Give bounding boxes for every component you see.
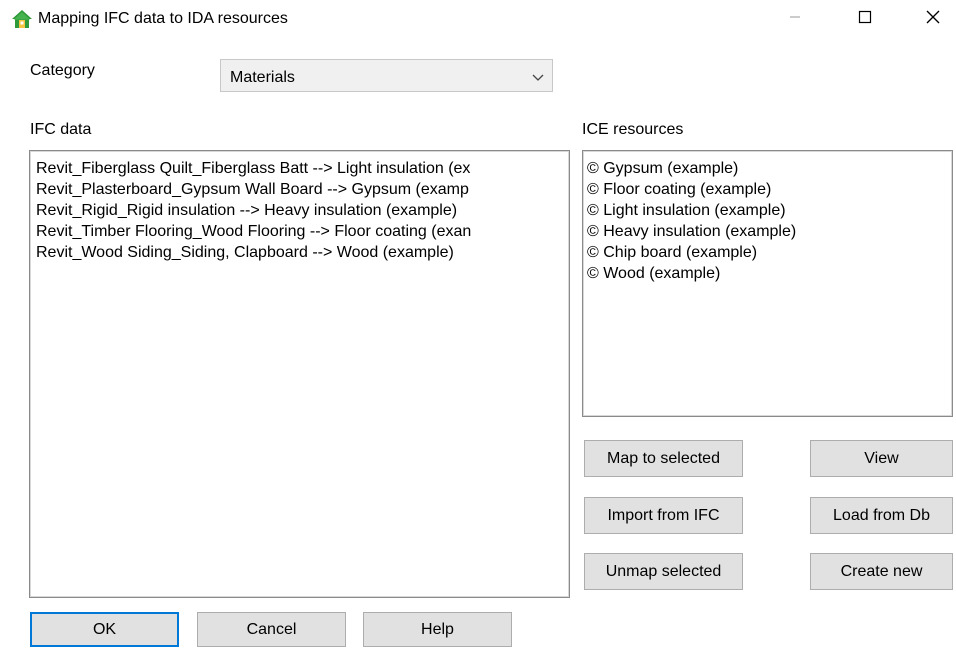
list-item[interactable]: © Chip board (example)	[587, 242, 952, 263]
list-item[interactable]: © Wood (example)	[587, 263, 952, 284]
list-item[interactable]: Revit_Rigid_Rigid insulation --> Heavy i…	[36, 200, 569, 221]
list-item[interactable]: © Light insulation (example)	[587, 200, 952, 221]
ice-resources-list[interactable]: © Gypsum (example) © Floor coating (exam…	[582, 150, 953, 417]
view-button[interactable]: View	[810, 440, 953, 477]
maximize-icon	[858, 10, 872, 29]
minimize-button[interactable]	[772, 0, 818, 38]
close-button[interactable]	[910, 0, 956, 38]
category-label: Category	[30, 62, 95, 79]
ifc-data-list[interactable]: Revit_Fiberglass Quilt_Fiberglass Batt -…	[29, 150, 570, 598]
import-from-ifc-button[interactable]: Import from IFC	[584, 497, 743, 534]
minimize-icon	[789, 10, 801, 28]
map-to-selected-button[interactable]: Map to selected	[584, 440, 743, 477]
ice-resources-label: ICE resources	[582, 121, 684, 138]
home-icon	[11, 8, 33, 30]
unmap-selected-button[interactable]: Unmap selected	[584, 553, 743, 590]
create-new-button[interactable]: Create new	[810, 553, 953, 590]
ifc-data-label: IFC data	[30, 121, 92, 138]
list-item[interactable]: © Heavy insulation (example)	[587, 221, 952, 242]
category-selected-value: Materials	[230, 69, 295, 86]
load-from-db-button[interactable]: Load from Db	[810, 497, 953, 534]
list-item[interactable]: Revit_Plasterboard_Gypsum Wall Board -->…	[36, 179, 569, 200]
list-item[interactable]: Revit_Wood Siding_Siding, Clapboard --> …	[36, 242, 569, 263]
list-item[interactable]: © Gypsum (example)	[587, 158, 952, 179]
cancel-button[interactable]: Cancel	[197, 612, 346, 647]
maximize-button[interactable]	[842, 0, 888, 38]
chevron-down-icon	[532, 70, 544, 88]
list-item[interactable]: Revit_Timber Flooring_Wood Flooring --> …	[36, 221, 569, 242]
category-select[interactable]: Materials	[220, 59, 553, 92]
title-bar[interactable]: Mapping IFC data to IDA resources	[0, 0, 956, 40]
ok-button[interactable]: OK	[30, 612, 179, 647]
window-title: Mapping IFC data to IDA resources	[38, 10, 288, 27]
close-icon	[925, 9, 941, 30]
help-button[interactable]: Help	[363, 612, 512, 647]
list-item[interactable]: © Floor coating (example)	[587, 179, 952, 200]
list-item[interactable]: Revit_Fiberglass Quilt_Fiberglass Batt -…	[36, 158, 569, 179]
